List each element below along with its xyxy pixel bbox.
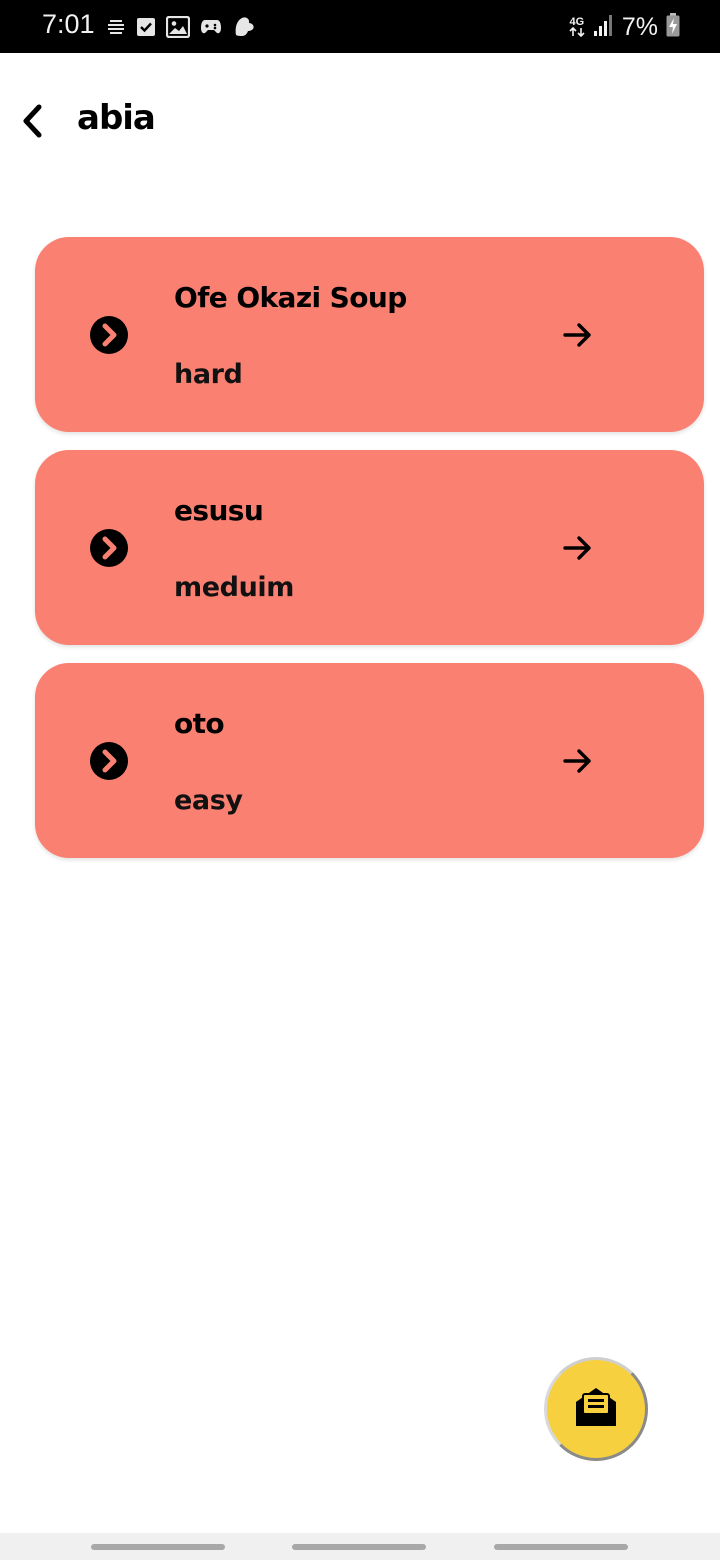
system-navigation-bar	[0, 1533, 720, 1560]
battery-charging-icon	[666, 13, 680, 41]
list-item[interactable]: esusu meduim	[35, 450, 704, 645]
app-notification-icon	[232, 15, 256, 39]
battery-percentage: 7%	[621, 12, 658, 41]
item-title: Ofe Okazi Soup	[174, 281, 407, 314]
checkbox-icon	[136, 17, 156, 37]
recipe-list: Ofe Okazi Soup hard esusu meduim oto eas…	[35, 237, 704, 876]
arrow-right-icon[interactable]	[562, 532, 594, 564]
app-bar: abia	[0, 53, 720, 193]
item-difficulty: easy	[174, 785, 243, 816]
gamepad-icon	[200, 17, 222, 37]
chevron-right-circle-icon	[89, 315, 129, 355]
message-fab-button[interactable]	[544, 1357, 648, 1461]
image-icon	[166, 16, 190, 38]
network-type-label: 4G	[569, 16, 585, 28]
network-type-icon: 4G	[568, 17, 586, 37]
sync-icon	[106, 17, 126, 37]
back-button[interactable]	[12, 101, 52, 145]
list-item[interactable]: Ofe Okazi Soup hard	[35, 237, 704, 432]
arrow-right-icon[interactable]	[562, 745, 594, 777]
status-time: 7:01	[42, 9, 95, 39]
open-envelope-letter-icon	[572, 1384, 620, 1434]
system-status-icons: 4G 7%	[568, 12, 680, 42]
notification-icons	[106, 14, 256, 40]
page-title: abia	[77, 98, 156, 138]
item-title: esusu	[174, 494, 264, 527]
nav-handle-right[interactable]	[494, 1544, 628, 1550]
signal-strength-icon	[593, 14, 614, 40]
nav-handle-left[interactable]	[91, 1544, 225, 1550]
chevron-right-circle-icon	[89, 528, 129, 568]
chevron-right-circle-icon	[89, 741, 129, 781]
item-difficulty: hard	[174, 359, 243, 390]
item-title: oto	[174, 707, 225, 740]
status-bar: 7:01 4G 7%	[0, 0, 720, 53]
list-item[interactable]: oto easy	[35, 663, 704, 858]
arrow-right-icon[interactable]	[562, 319, 594, 351]
nav-handle-center[interactable]	[292, 1544, 426, 1550]
item-difficulty: meduim	[174, 572, 294, 603]
chevron-left-icon	[18, 103, 46, 143]
